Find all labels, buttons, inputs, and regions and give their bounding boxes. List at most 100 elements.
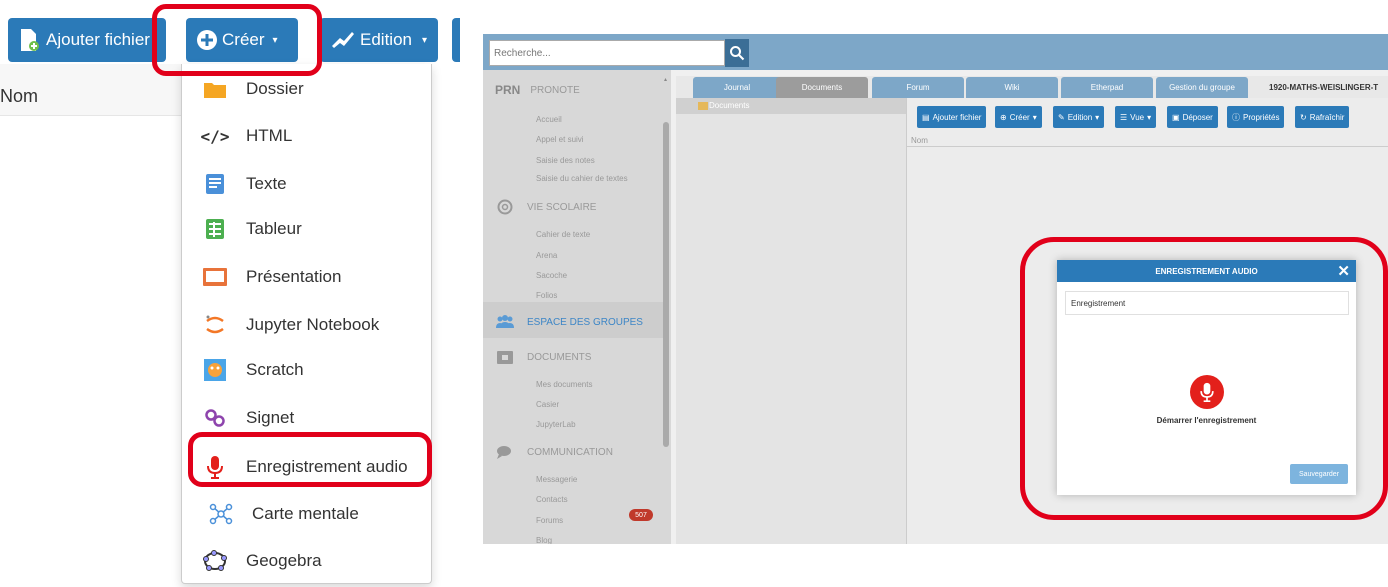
sidebar-item[interactable]: Saisie du cahier de textes [536, 174, 628, 183]
sidebar-item[interactable]: Accueil [536, 115, 562, 124]
column-name-header: Nom [0, 86, 39, 106]
sidebar-section-espace-des-groupes[interactable]: ESPACE DES GROUPES [495, 314, 643, 330]
toolbar-button-partial[interactable] [452, 18, 460, 62]
menu-item-label: Dossier [246, 79, 304, 98]
pronote-logo: PRN [495, 83, 521, 97]
scroll-up-arrow-icon[interactable]: ▴ [664, 76, 667, 83]
deposit-button[interactable]: ▣ Déposer [1167, 106, 1218, 128]
sidebar-item[interactable]: Cahier de texte [536, 230, 590, 239]
inbox-icon: ▣ [1172, 112, 1180, 122]
sidebar-section-documents[interactable]: DOCUMENTS [495, 349, 591, 365]
tab-journal[interactable]: Journal [693, 77, 781, 98]
sidebar-item[interactable]: JupyterLab [536, 420, 576, 429]
menu-item-label: Carte mentale [252, 504, 359, 523]
tab-documents[interactable]: Documents [776, 77, 868, 98]
sidebar-item[interactable]: Folios [536, 291, 557, 300]
edition-button[interactable]: ✎ Edition ▾ [1053, 106, 1105, 128]
top-bar: Recherche... [483, 34, 1388, 70]
sidebar: PRN PRONOTE Accueil Appel et suivi Saisi… [483, 70, 671, 544]
add-file-icon [21, 29, 39, 51]
audio-recording-highlight [188, 432, 432, 487]
menu-item-label: Scratch [246, 360, 304, 379]
section-title: COMMUNICATION [527, 446, 613, 458]
sidebar-section-pronote[interactable]: PRN PRONOTE [495, 83, 580, 97]
button-label: Propriétés [1243, 112, 1280, 122]
tab-gestion-du-groupe[interactable]: Gestion du groupe [1156, 77, 1248, 98]
view-button[interactable]: ☰ Vue ▾ [1115, 106, 1157, 128]
sidebar-item[interactable]: Casier [536, 400, 559, 409]
sidebar-item[interactable]: Saisie des notes [536, 156, 595, 165]
menu-item-spreadsheet[interactable]: Tableur [182, 207, 431, 251]
sidebar-item[interactable]: Messagerie [536, 475, 577, 484]
search-input[interactable]: Recherche... [489, 40, 725, 66]
edit-hand-icon [332, 32, 354, 48]
text-document-icon [200, 172, 230, 196]
dialog-highlight [1020, 237, 1388, 520]
menu-item-mind-map[interactable]: Carte mentale [182, 492, 431, 536]
tree-root-label: Documents [709, 101, 750, 110]
button-label: Créer [1009, 112, 1030, 122]
button-label: Déposer [1182, 112, 1213, 122]
sidebar-item[interactable]: Mes documents [536, 380, 592, 389]
menu-item-text[interactable]: Texte [182, 162, 431, 206]
add-file-icon: ▤ [922, 112, 930, 122]
caret-down-icon: ▾ [1095, 112, 1100, 122]
button-label: Ajouter fichier [932, 112, 982, 122]
sidebar-item[interactable]: Sacoche [536, 271, 567, 280]
menu-item-html[interactable]: </> HTML [182, 114, 431, 158]
caret-down-icon: ▾ [421, 34, 428, 46]
divider [907, 146, 1388, 147]
menu-item-scratch[interactable]: Scratch [182, 348, 431, 392]
sidebar-section-communication[interactable]: COMMUNICATION [495, 444, 613, 460]
menu-item-label: Présentation [246, 267, 342, 286]
search-button[interactable] [725, 39, 749, 67]
geogebra-icon [200, 549, 230, 573]
sidebar-item[interactable]: Appel et suivi [536, 135, 584, 144]
folder-tree: Documents [676, 98, 907, 544]
properties-button[interactable]: ⓘ Propriétés [1227, 106, 1285, 128]
life-ring-icon [495, 199, 515, 215]
add-file-button[interactable]: Ajouter fichier [8, 18, 166, 62]
add-file-label: Ajouter fichier [46, 30, 150, 49]
create-dropdown-menu: Dossier </> HTML Texte Tableur Présentat… [181, 64, 432, 584]
sidebar-section-vie-scolaire[interactable]: VIE SCOLAIRE [495, 199, 596, 215]
column-name-header: Nom [911, 136, 928, 145]
menu-item-label: HTML [246, 126, 293, 145]
button-label: Rafraîchir [1309, 112, 1345, 122]
list-icon: ☰ [1120, 112, 1128, 122]
menu-item-label: Texte [246, 174, 287, 193]
sidebar-item[interactable]: Arena [536, 251, 557, 260]
menu-item-presentation[interactable]: Présentation [182, 255, 431, 299]
menu-item-geogebra[interactable]: Geogebra [182, 539, 431, 583]
refresh-icon: ↻ [1300, 112, 1307, 122]
add-file-button[interactable]: ▤ Ajouter fichier [917, 106, 987, 128]
folder-icon [200, 77, 230, 101]
sidebar-item[interactable]: Blog [536, 536, 552, 544]
menu-item-label: Signet [246, 408, 295, 427]
create-button[interactable]: ⊕ Créer ▾ [995, 106, 1042, 128]
menu-item-label: Geogebra [246, 551, 322, 570]
tab-wiki[interactable]: Wiki [966, 77, 1058, 98]
menu-item-jupyter[interactable]: Jupyter Notebook [182, 303, 431, 347]
edit-hand-icon: ✎ [1058, 112, 1065, 122]
menu-item-label: Tableur [246, 219, 302, 238]
presentation-icon [200, 265, 230, 289]
create-button-highlight [152, 4, 322, 76]
section-title: ESPACE DES GROUPES [527, 316, 643, 328]
code-icon: </> [200, 126, 230, 146]
scratch-icon [200, 358, 230, 382]
caret-down-icon: ▾ [1147, 112, 1152, 122]
plus-circle-icon: ⊕ [1000, 112, 1007, 122]
spreadsheet-icon [200, 217, 230, 241]
caret-down-icon: ▾ [1032, 112, 1037, 122]
sidebar-scrollbar[interactable] [663, 122, 669, 447]
button-label: Vue [1130, 112, 1145, 122]
tab-forum[interactable]: Forum [872, 77, 964, 98]
tab-etherpad[interactable]: Etherpad [1061, 77, 1153, 98]
search-icon [730, 46, 745, 61]
refresh-button[interactable]: ↻ Rafraîchir [1295, 106, 1350, 128]
unread-count-badge: 507 [629, 509, 653, 521]
sidebar-item[interactable]: Forums [536, 516, 563, 525]
sidebar-item[interactable]: Contacts [536, 495, 568, 504]
edition-button[interactable]: Edition ▾ [320, 18, 438, 62]
